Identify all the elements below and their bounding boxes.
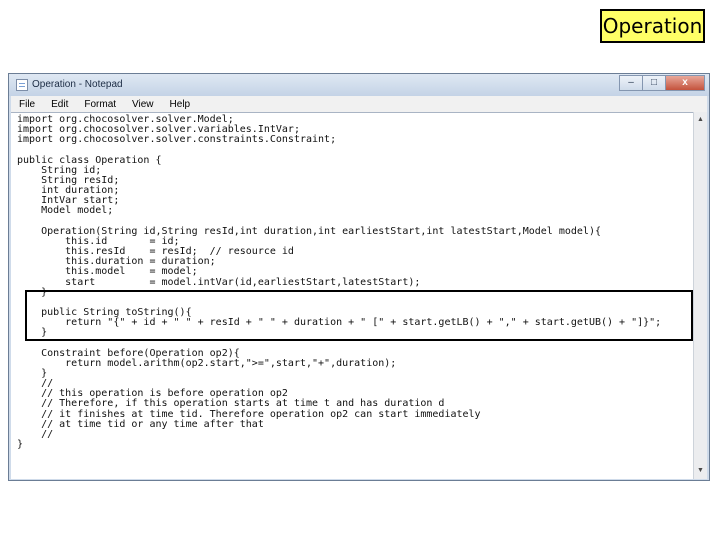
scroll-down-arrow-icon[interactable]: ▼ bbox=[695, 465, 706, 477]
menu-help[interactable]: Help bbox=[170, 99, 191, 110]
notepad-window: Operation - Notepad – □ x File Edit Form… bbox=[8, 73, 710, 481]
code-line: // Therefore, if this operation starts a… bbox=[17, 398, 445, 410]
code-line: public class Operation { bbox=[17, 154, 162, 166]
code-line: this.model = model; bbox=[17, 266, 198, 278]
tostring-highlight-box bbox=[25, 290, 693, 341]
menu-format[interactable]: Format bbox=[84, 99, 116, 110]
minimize-button[interactable]: – bbox=[619, 75, 643, 91]
notepad-icon bbox=[16, 79, 28, 91]
code-line: start = model.intVar(id,earliestStart,la… bbox=[17, 276, 421, 288]
code-text[interactable]: import org.chocosolver.solver.Model; impo… bbox=[17, 114, 661, 450]
menu-edit[interactable]: Edit bbox=[51, 99, 68, 110]
code-line: IntVar start; bbox=[17, 195, 120, 207]
close-button[interactable]: x bbox=[665, 75, 705, 91]
code-line: Model model; bbox=[17, 205, 114, 217]
window-titlebar[interactable]: Operation - Notepad – □ x bbox=[9, 74, 709, 96]
scroll-up-arrow-icon[interactable]: ▲ bbox=[695, 114, 706, 126]
vertical-scrollbar[interactable]: ▲ ▼ bbox=[693, 112, 707, 479]
code-line: } bbox=[17, 439, 24, 450]
menu-view[interactable]: View bbox=[132, 99, 154, 110]
maximize-button[interactable]: □ bbox=[642, 75, 666, 91]
code-line: import org.chocosolver.solver.constraint… bbox=[17, 134, 337, 146]
code-line: // at time tid or any time after that bbox=[17, 418, 264, 430]
window-controls: – □ x bbox=[619, 75, 705, 92]
code-line: } bbox=[17, 367, 48, 379]
code-line: return model.arithm(op2.start,">=",start… bbox=[17, 357, 397, 369]
slide-title: Operation bbox=[600, 9, 705, 43]
menu-file[interactable]: File bbox=[19, 99, 35, 110]
window-title: Operation - Notepad bbox=[32, 79, 123, 90]
menu-bar: File Edit Format View Help bbox=[11, 96, 707, 112]
code-line: // bbox=[17, 428, 54, 440]
